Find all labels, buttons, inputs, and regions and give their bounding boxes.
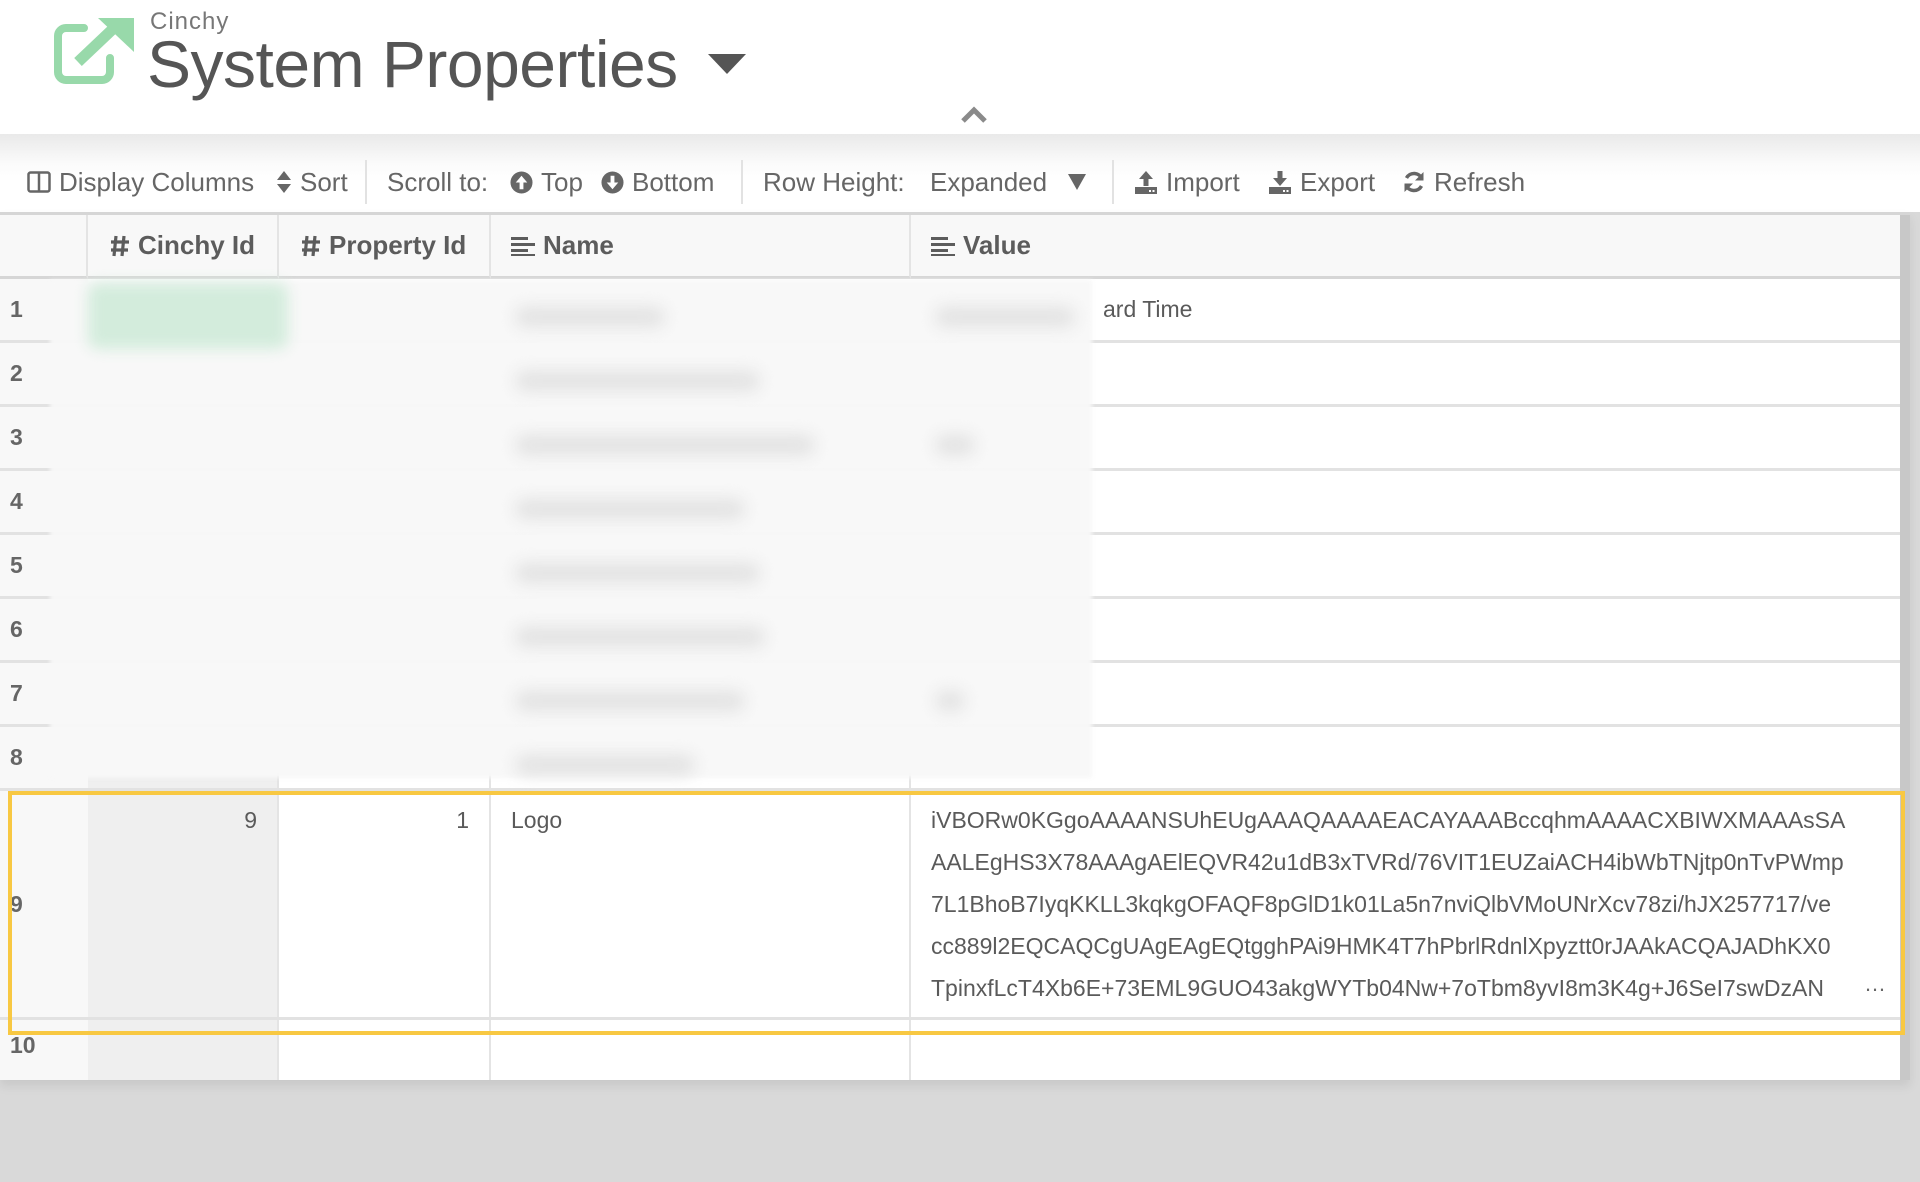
- title-bar: Cinchy System Properties: [0, 0, 1920, 134]
- data-grid: Cinchy Id Property Id Name Value 1 ard T…: [0, 212, 1910, 1080]
- value-cell[interactable]: iVBORw0KGgoAAAANSUhEUgAAAQAAAAEACAYAAABc…: [911, 791, 1900, 1017]
- table-row[interactable]: 10: [0, 1020, 1900, 1080]
- text-lines-icon: [511, 236, 535, 256]
- upload-icon: [1134, 170, 1158, 194]
- cinchy-id-cell[interactable]: 9: [88, 791, 279, 1017]
- arrow-up-circle-icon: [510, 170, 533, 194]
- toolbar-divider: [741, 160, 743, 204]
- refresh-button[interactable]: Refresh: [1402, 165, 1525, 199]
- arrow-down-circle-icon: [601, 170, 624, 194]
- value-line: iVBORw0KGgoAAAANSUhEUgAAAQAAAAEACAYAAABc…: [931, 807, 1846, 833]
- row-height-select[interactable]: Expanded: [930, 165, 1087, 199]
- blurred-text: [515, 371, 760, 391]
- row-number: 9: [0, 791, 88, 1017]
- blurred-text: [935, 691, 965, 711]
- sort-label: Sort: [300, 166, 348, 197]
- page-title[interactable]: System Properties: [147, 26, 678, 102]
- value-line: TpinxfLcT4Xb6E+73EML9GUO43akgWYTb04Nw+7o…: [931, 975, 1824, 1001]
- blurred-selected-cell: [88, 283, 288, 349]
- cinchy-id-value: 9: [244, 807, 257, 833]
- cinchy-id-cell[interactable]: [88, 1020, 279, 1080]
- text-lines-icon: [931, 236, 955, 256]
- scroll-to-label: Scroll to:: [387, 166, 489, 197]
- row-height-value: Expanded: [930, 166, 1048, 197]
- value-overflow-ellipsis[interactable]: …: [1864, 971, 1886, 997]
- sort-button[interactable]: Sort: [276, 165, 348, 199]
- blurred-text: [515, 499, 745, 519]
- blurred-text: [515, 691, 745, 711]
- column-header-label: Cinchy Id: [138, 230, 256, 260]
- toolbar-divider: [365, 160, 367, 204]
- scroll-top-button[interactable]: Top: [510, 165, 583, 199]
- column-header-label: Value: [963, 230, 1031, 260]
- property-id-cell[interactable]: [279, 1020, 491, 1080]
- blurred-text: [515, 627, 765, 647]
- refresh-icon: [1402, 170, 1426, 194]
- download-icon: [1268, 170, 1292, 194]
- column-header-name[interactable]: Name: [491, 215, 911, 279]
- scroll-bottom-label: Bottom: [632, 166, 715, 197]
- collapse-header-chevron-up-icon[interactable]: [960, 104, 988, 126]
- property-id-value: 1: [456, 807, 469, 833]
- toolbar: Display Columns Sort Scroll to: Top Bott…: [0, 134, 1920, 212]
- name-cell[interactable]: [491, 1020, 911, 1080]
- blurred-text: [515, 307, 665, 327]
- import-button[interactable]: Import: [1134, 165, 1240, 199]
- display-columns-label: Display Columns: [59, 166, 255, 197]
- column-header-label: Property Id: [329, 230, 467, 260]
- columns-icon: [27, 171, 51, 193]
- display-columns-button[interactable]: Display Columns: [27, 165, 254, 199]
- row-number: 10: [0, 1020, 88, 1080]
- import-label: Import: [1166, 166, 1240, 197]
- external-link-logo-icon: [54, 18, 134, 84]
- name-cell[interactable]: Logo: [491, 791, 911, 1017]
- hash-icon: [110, 235, 130, 257]
- export-label: Export: [1300, 166, 1376, 197]
- value-line: 7L1BhoB7IyqKKLL3kqkgOFAQF8pGlD1k01La5n7n…: [931, 891, 1832, 917]
- property-id-cell[interactable]: 1: [279, 791, 491, 1017]
- toolbar-divider: [1112, 160, 1114, 204]
- blurred-text: [935, 435, 975, 455]
- export-button[interactable]: Export: [1268, 165, 1375, 199]
- scroll-top-label: Top: [541, 166, 583, 197]
- column-header-value[interactable]: Value: [911, 215, 1900, 279]
- blurred-text: [515, 563, 760, 583]
- value-line: AALEgHS3X78AAAgAElEQVR42u1dB3xTVRd/76VIT…: [931, 849, 1844, 875]
- column-header-property-id[interactable]: Property Id: [279, 215, 491, 279]
- hash-icon: [301, 235, 321, 257]
- blurred-text: [515, 435, 815, 455]
- blurred-text: [935, 307, 1075, 327]
- refresh-label: Refresh: [1434, 166, 1526, 197]
- column-header-label: Name: [543, 230, 614, 260]
- row-number-header: [0, 215, 88, 279]
- value-cell[interactable]: [911, 1020, 1900, 1080]
- name-value: Logo: [511, 807, 563, 833]
- dropdown-triangle-icon: [1067, 167, 1087, 198]
- blurred-text: [515, 755, 695, 775]
- sort-icon: [276, 170, 292, 194]
- value-line: cc889l2EQCAQCgUAgEAgEQtgghPAi9HMK4T7hPbr…: [931, 933, 1831, 959]
- vertical-scrollbar[interactable]: [1900, 215, 1910, 1080]
- page: Cinchy System Properties Display Columns…: [0, 0, 1920, 1182]
- scroll-bottom-button[interactable]: Bottom: [601, 165, 714, 199]
- column-header-cinchy-id[interactable]: Cinchy Id: [88, 215, 279, 279]
- row-height-label: Row Height:: [763, 166, 905, 197]
- title-dropdown-caret-icon[interactable]: [708, 54, 746, 74]
- table-row-logo[interactable]: 9 9 1 Logo iVBORw0KGgoAAAANSUhEUgAAAQAAA…: [0, 791, 1900, 1020]
